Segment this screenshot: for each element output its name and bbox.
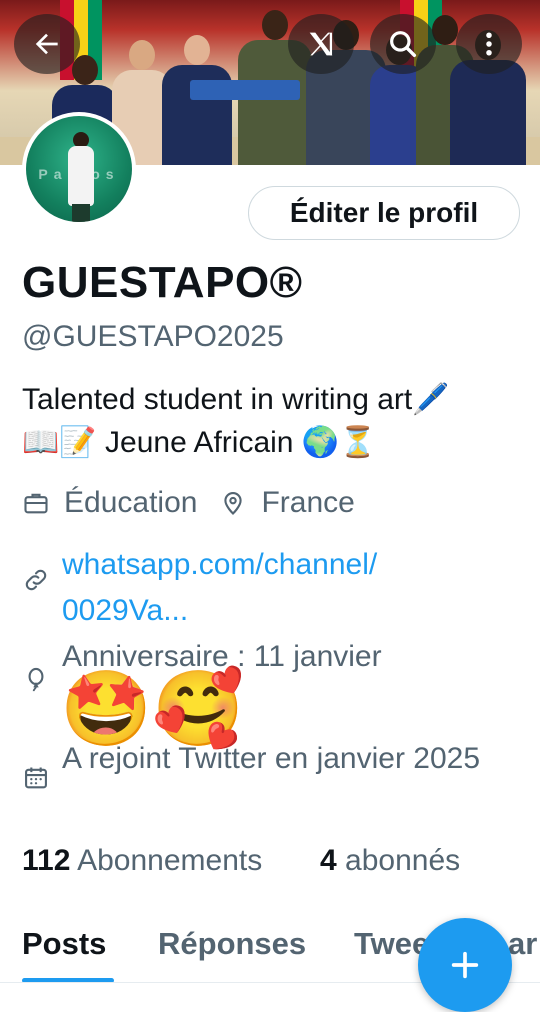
back-button[interactable] bbox=[14, 14, 80, 74]
grok-button[interactable] bbox=[288, 14, 354, 74]
birthday-emojis: 🤩🥰 bbox=[60, 667, 245, 750]
search-icon bbox=[390, 31, 417, 58]
arrow-left-icon bbox=[35, 33, 58, 55]
avatar-figure bbox=[68, 146, 94, 206]
compose-button[interactable] bbox=[418, 918, 512, 1012]
profile-category: Éducation bbox=[64, 486, 198, 519]
banner-model-object bbox=[190, 80, 300, 100]
link-icon bbox=[22, 566, 50, 599]
bio-line: 📖📝 Jeune Africain 🌍⏳ bbox=[22, 426, 377, 459]
followers-link[interactable]: 4 abonnés bbox=[320, 844, 460, 878]
followers-count: 4 bbox=[320, 844, 337, 877]
calendar-icon bbox=[22, 764, 50, 797]
search-button[interactable] bbox=[370, 14, 436, 74]
edit-profile-button[interactable]: Éditer le profil bbox=[248, 186, 520, 240]
more-vertical-icon bbox=[486, 32, 492, 56]
briefcase-icon bbox=[22, 489, 50, 517]
followers-label: abonnés bbox=[345, 844, 461, 877]
link-line: whatsapp.com/channel/ bbox=[62, 548, 378, 581]
following-count: 112 bbox=[22, 844, 71, 877]
plus-icon bbox=[451, 951, 479, 979]
tab-more[interactable]: ar bbox=[508, 926, 537, 962]
tab-posts[interactable]: Posts bbox=[22, 926, 106, 962]
profile-location: France bbox=[261, 486, 355, 519]
location-pin-icon bbox=[219, 489, 247, 517]
tab-replies[interactable]: Réponses bbox=[158, 926, 306, 962]
profile-handle: @GUESTAPO2025 bbox=[22, 320, 284, 353]
avatar-figure-legs bbox=[72, 204, 90, 222]
profile-meta-row: Éducation France bbox=[22, 486, 355, 520]
balloon-icon bbox=[22, 666, 50, 699]
link-line: 0029Va... bbox=[62, 594, 189, 627]
bio-line: Talented student in writing art🖊️ bbox=[22, 383, 450, 416]
profile-bio: Talented student in writing art🖊️ 📖📝 Jeu… bbox=[22, 378, 522, 464]
avatar[interactable]: Pa yos bbox=[22, 112, 136, 226]
following-link[interactable]: 112 Abonnements bbox=[22, 844, 262, 878]
profile-website-link[interactable]: whatsapp.com/channel/ 0029Va... bbox=[62, 542, 502, 634]
profile-name: GUESTAPO® bbox=[22, 258, 303, 307]
more-options-button[interactable] bbox=[456, 14, 522, 74]
banner-person bbox=[450, 30, 526, 165]
avatar-image: Pa yos bbox=[26, 116, 132, 222]
following-label: Abonnements bbox=[77, 844, 263, 877]
grok-icon bbox=[309, 32, 333, 56]
